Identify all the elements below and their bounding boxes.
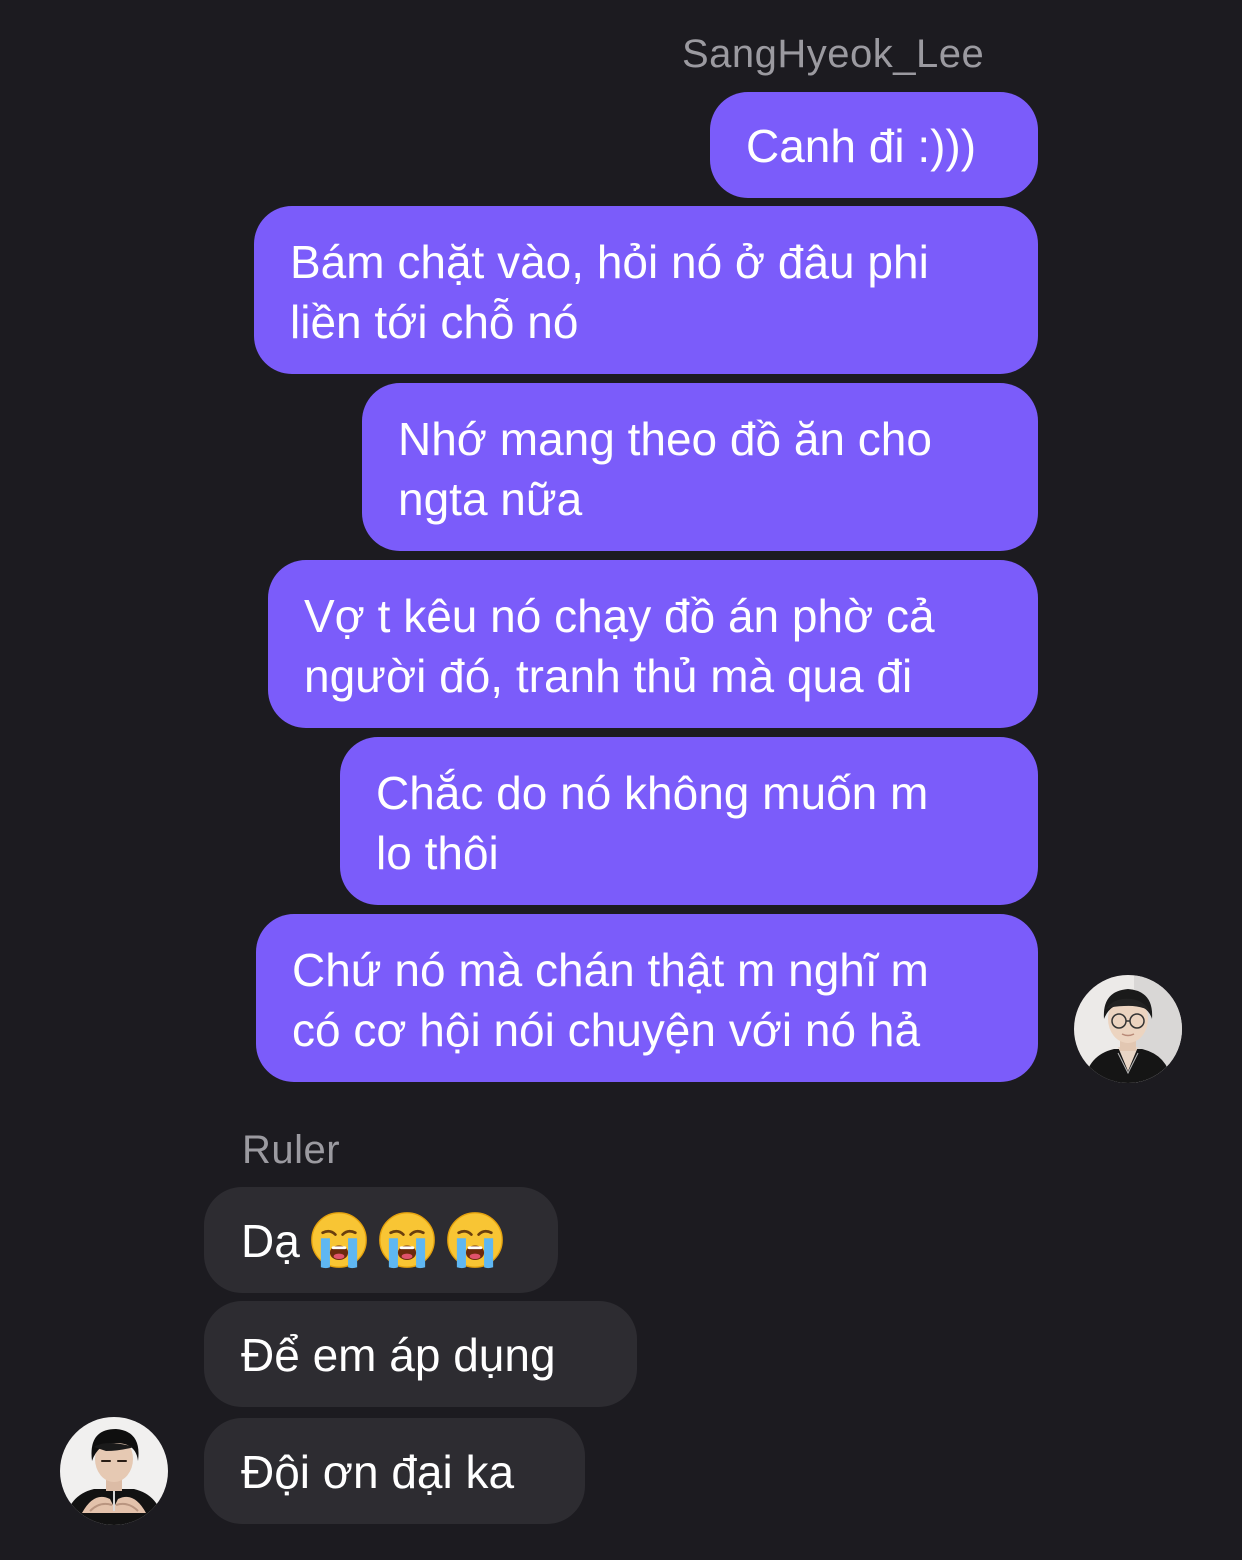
message-bubble-outgoing[interactable]: Canh đi :))) (710, 92, 1038, 198)
message-bubble-outgoing[interactable]: Chắc do nó không muốn m lo thôi (340, 737, 1038, 905)
incoming-sender-name: Ruler (242, 1128, 341, 1172)
message-text: Dạ (241, 1215, 300, 1267)
loudly-crying-face-icon (446, 1212, 503, 1269)
message-bubble-outgoing[interactable]: Nhớ mang theo đồ ăn cho ngta nữa (362, 383, 1038, 551)
message-bubble-outgoing[interactable]: Bám chặt vào, hỏi nó ở đâu phi liền tới … (254, 206, 1038, 374)
avatar-ruler[interactable] (60, 1417, 168, 1525)
message-bubble-outgoing[interactable]: Vợ t kêu nó chạy đồ án phờ cả người đó, … (268, 560, 1038, 728)
avatar-sanghyeok[interactable] (1074, 975, 1182, 1083)
message-text: Để em áp dụng (241, 1329, 556, 1381)
loudly-crying-face-icon (378, 1212, 435, 1269)
message-bubble-incoming[interactable]: Để em áp dụng (204, 1301, 637, 1407)
message-text: Chắc do nó không muốn m lo thôi (376, 767, 929, 879)
message-bubble-incoming[interactable]: Đội ơn đại ka (204, 1418, 585, 1524)
message-text: Vợ t kêu nó chạy đồ án phờ cả người đó, … (304, 590, 935, 702)
chat-screen: { "conversation": { "outgoing_sender": "… (0, 0, 1242, 1560)
person-avatar-icon (60, 1417, 168, 1525)
message-text: Canh đi :))) (746, 120, 977, 172)
message-text: Nhớ mang theo đồ ăn cho ngta nữa (398, 413, 932, 525)
message-bubble-outgoing[interactable]: Chứ nó mà chán thật m nghĩ m có cơ hội n… (256, 914, 1038, 1082)
loudly-crying-face-icon (310, 1212, 367, 1269)
outgoing-sender-name: SangHyeok_Lee (682, 32, 985, 76)
person-avatar-icon (1074, 975, 1182, 1083)
message-text: Đội ơn đại ka (241, 1446, 515, 1498)
message-text: Chứ nó mà chán thật m nghĩ m có cơ hội n… (292, 944, 929, 1056)
message-text: Bám chặt vào, hỏi nó ở đâu phi liền tới … (290, 236, 929, 348)
message-bubble-incoming[interactable]: Dạ (204, 1187, 558, 1293)
